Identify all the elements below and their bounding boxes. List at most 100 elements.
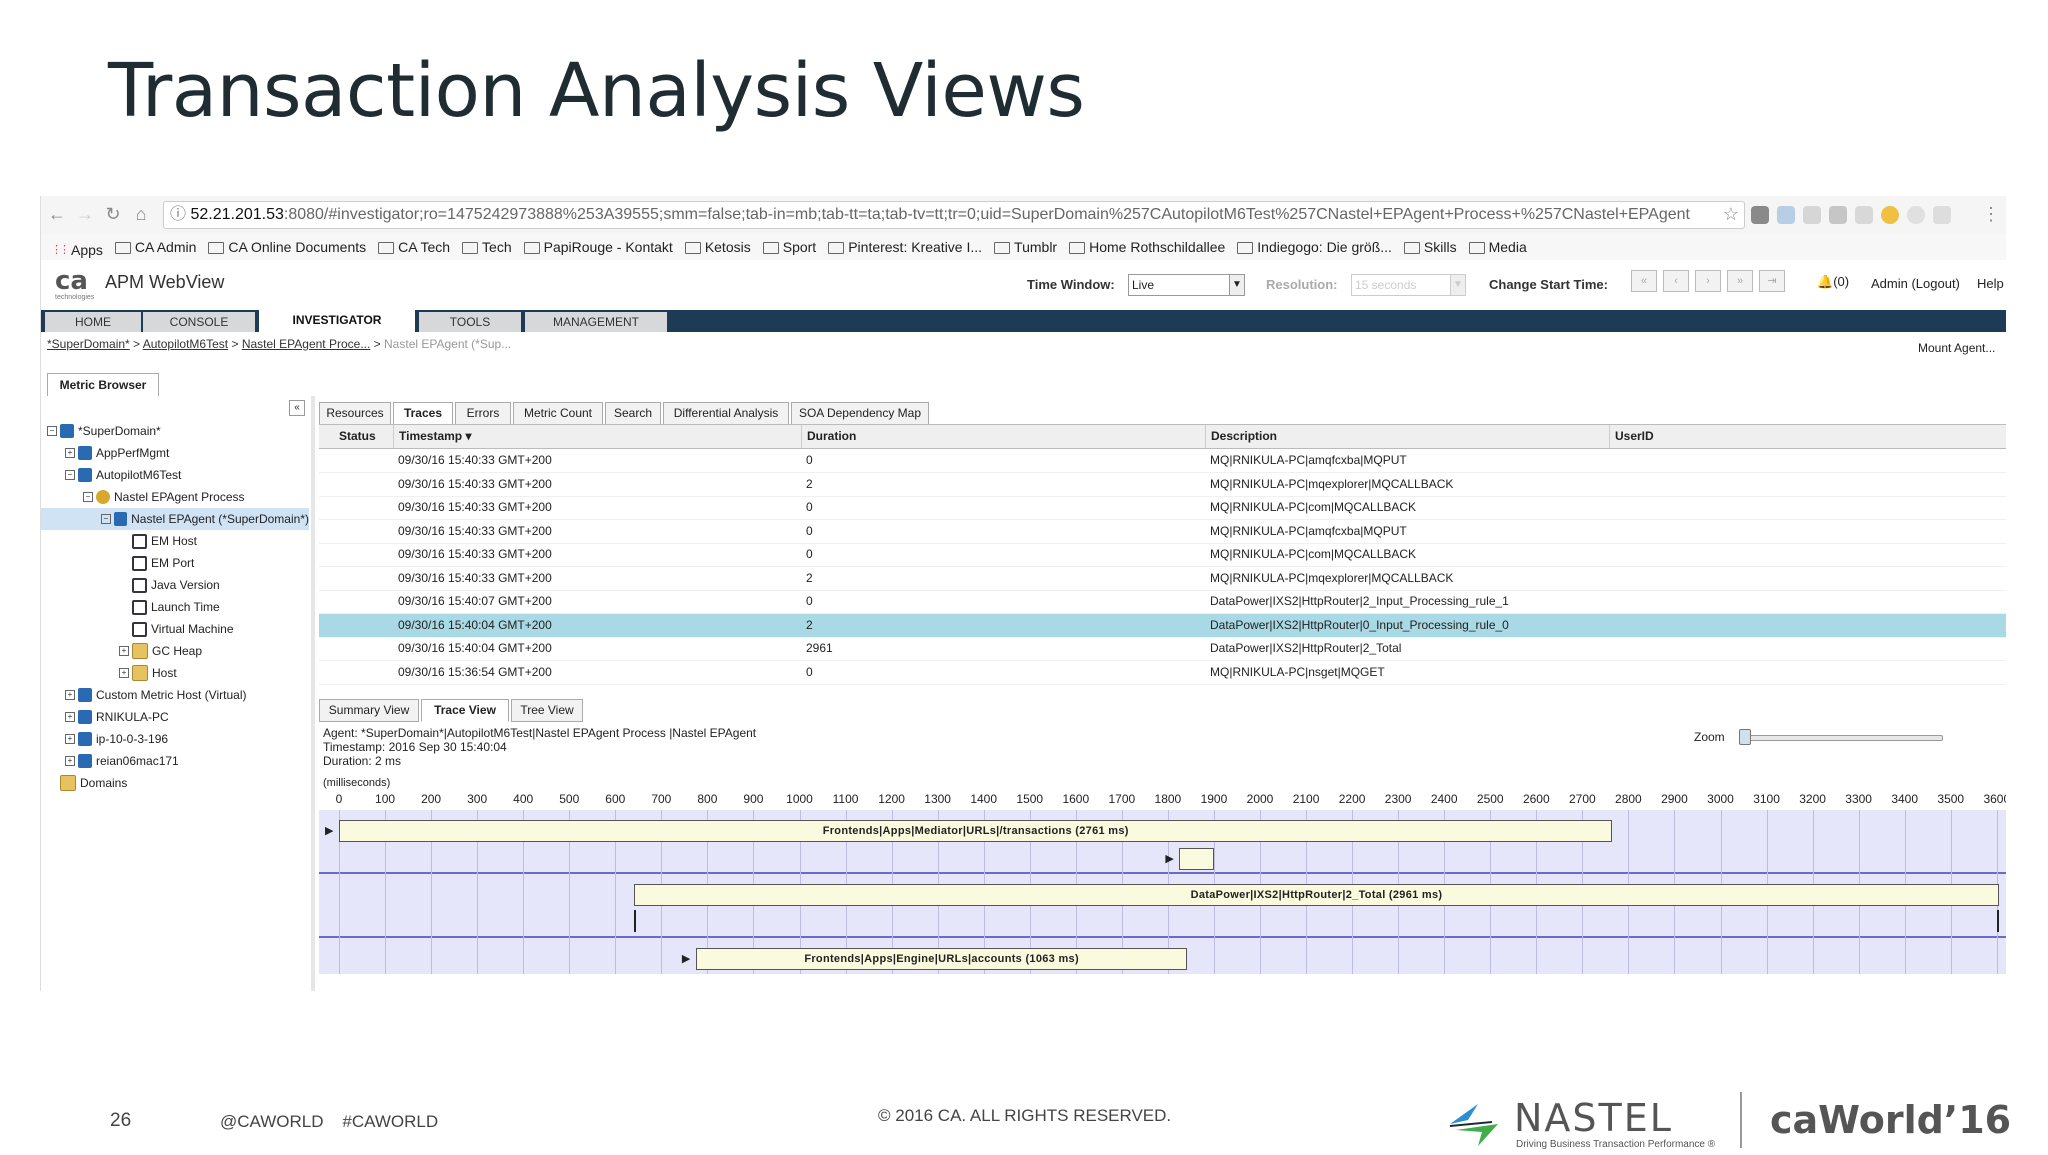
bookmark-item[interactable]: Media — [1468, 234, 1527, 260]
expand-span-icon[interactable]: ▶ — [325, 824, 333, 837]
extension-icon[interactable] — [1751, 206, 1769, 224]
time-window-select[interactable]: Live ▼ — [1128, 274, 1245, 296]
home-icon[interactable]: ⌂ — [131, 204, 151, 224]
extension-icon[interactable] — [1777, 206, 1795, 224]
collapse-panel-icon[interactable]: « — [289, 400, 305, 416]
menu-dots-icon[interactable]: ⋮ — [1981, 204, 2001, 224]
tab-investigator[interactable]: INVESTIGATOR — [259, 310, 415, 332]
table-row[interactable]: 09/30/16 15:36:54 GMT+200 0 MQ|RNIKULA-PC|… — [319, 661, 2006, 685]
tab-tools[interactable]: TOOLS — [419, 312, 521, 332]
tab-soa-dependency-map[interactable]: SOA Dependency Map — [791, 402, 929, 425]
bookmark-item[interactable]: CA Tech — [378, 234, 450, 260]
bookmark-item[interactable]: Tech — [462, 234, 512, 260]
tree-node[interactable]: Domains — [41, 772, 309, 794]
tree-node[interactable]: + RNIKULA-PC — [41, 706, 309, 728]
step-back-icon[interactable]: ‹ — [1663, 270, 1689, 292]
collapse-icon[interactable]: − — [47, 426, 57, 436]
breadcrumb-link[interactable]: Nastel EPAgent Proce... — [242, 337, 371, 351]
bookmark-item[interactable]: Skills — [1403, 234, 1457, 260]
tree-node[interactable]: + reian06mac171 — [41, 750, 309, 772]
expand-span-icon[interactable]: ▶ — [682, 952, 690, 965]
expand-icon[interactable]: + — [65, 756, 75, 766]
metric-browser-tab[interactable]: Metric Browser — [47, 373, 159, 396]
tree-node[interactable]: Virtual Machine — [41, 618, 309, 640]
forward-icon[interactable]: → — [75, 204, 95, 224]
extension-icon[interactable] — [1855, 206, 1873, 224]
bookmark-item[interactable]: CA Online Documents — [208, 234, 366, 260]
table-row[interactable]: 09/30/16 15:40:04 GMT+200 2961 DataPower|I… — [319, 637, 2006, 661]
tab-metric-count[interactable]: Metric Count — [513, 402, 603, 425]
extension-icon[interactable] — [1907, 206, 1925, 224]
collapse-icon[interactable]: − — [65, 470, 75, 480]
tree-node[interactable]: Launch Time — [41, 596, 309, 618]
tree-node[interactable]: EM Host — [41, 530, 309, 552]
collapse-icon[interactable]: − — [83, 492, 93, 502]
tab-summary-view[interactable]: Summary View — [319, 699, 419, 722]
bookmark-item[interactable]: Tumblr — [994, 234, 1057, 260]
expand-icon[interactable]: + — [65, 712, 75, 722]
forward-fast-icon[interactable]: » — [1727, 270, 1753, 292]
bookmark-item[interactable]: CA Admin — [114, 234, 196, 260]
tab-management[interactable]: MANAGEMENT — [525, 312, 667, 332]
bookmark-item[interactable]: Home Rothschildallee — [1069, 234, 1225, 260]
tree-node[interactable]: − *SuperDomain* — [41, 420, 309, 442]
bookmark-item[interactable]: Ketosis — [684, 234, 751, 260]
tree-node[interactable]: EM Port — [41, 552, 309, 574]
bookmark-item[interactable]: Sport — [762, 234, 816, 260]
tree-node[interactable]: + GC Heap — [41, 640, 309, 662]
zoom-slider-handle[interactable] — [1739, 729, 1751, 745]
tree-node[interactable]: Java Version — [41, 574, 309, 596]
expand-icon[interactable]: + — [65, 734, 75, 744]
table-row[interactable]: 09/30/16 15:40:04 GMT+200 2 DataPower|IXS2… — [319, 613, 2006, 638]
tree-node[interactable]: − Nastel EPAgent Process — [41, 486, 309, 508]
column-header[interactable]: Duration — [801, 425, 1211, 448]
bookmark-item[interactable]: Pinterest: Kreative I... — [828, 234, 982, 260]
extension-icon[interactable] — [1881, 206, 1899, 224]
extension-icon[interactable] — [1933, 206, 1951, 224]
column-header[interactable]: Description — [1205, 425, 1615, 448]
bookmark-item[interactable]: Indiegogo: Die größ... — [1237, 234, 1392, 260]
rewind-fast-icon[interactable]: « — [1631, 270, 1657, 292]
bookmark-star-icon[interactable]: ☆ — [1721, 204, 1741, 224]
table-row[interactable]: 09/30/16 15:40:33 GMT+200 0 MQ|RNIKULA-PC|… — [319, 543, 2006, 567]
extension-icon[interactable] — [1803, 206, 1821, 224]
tab-resources[interactable]: Resources — [319, 402, 391, 425]
tree-node[interactable]: − AutopilotM6Test — [41, 464, 309, 486]
tab-tree-view[interactable]: Tree View — [511, 699, 583, 722]
table-row[interactable]: 09/30/16 15:40:33 GMT+200 2 MQ|RNIKULA-PC|… — [319, 567, 2006, 591]
reload-icon[interactable]: ↻ — [103, 204, 123, 224]
table-row[interactable]: 09/30/16 15:40:07 GMT+200 0 DataPower|IXS2… — [319, 590, 2006, 614]
table-row[interactable]: 09/30/16 15:40:33 GMT+200 0 MQ|RNIKULA-PC|… — [319, 449, 2006, 473]
tab-search[interactable]: Search — [605, 402, 661, 425]
zoom-slider-track[interactable] — [1741, 735, 1943, 741]
address-bar[interactable]: ⓘ 52.21.201.53:8080/#investigator;ro=147… — [163, 201, 1745, 229]
mount-agent-link[interactable]: Mount Agent... — [1918, 341, 1995, 355]
bookmark-item[interactable]: PapiRouge - Kontakt — [523, 234, 673, 260]
tree-node[interactable]: + ip-10-0-3-196 — [41, 728, 309, 750]
expand-icon[interactable]: + — [65, 690, 75, 700]
back-icon[interactable]: ← — [47, 204, 67, 224]
column-header[interactable]: Timestamp ▾ — [393, 425, 807, 448]
resolution-select[interactable]: 15 seconds ▼ — [1351, 274, 1466, 296]
tree-node[interactable]: + AppPerfMgmt — [41, 442, 309, 464]
alerts-indicator[interactable]: 🔔(0) — [1817, 274, 1849, 290]
help-link[interactable]: Help — [1977, 276, 2004, 291]
collapse-icon[interactable]: − — [101, 514, 111, 524]
tab-errors[interactable]: Errors — [455, 402, 511, 425]
trace-span-bar[interactable] — [1179, 848, 1214, 870]
breadcrumb-link[interactable]: *SuperDomain* — [47, 337, 130, 351]
user-logout-link[interactable]: Admin (Logout) — [1871, 276, 1960, 291]
tab-differential-analysis[interactable]: Differential Analysis — [663, 402, 789, 425]
expand-span-icon[interactable]: ▶ — [1165, 852, 1173, 865]
tab-traces[interactable]: Traces — [393, 402, 453, 425]
extension-icon[interactable] — [1829, 206, 1847, 224]
tab-home[interactable]: HOME — [45, 312, 141, 332]
breadcrumb-link[interactable]: AutopilotM6Test — [143, 337, 228, 351]
expand-icon[interactable]: + — [119, 668, 129, 678]
column-header[interactable]: UserID — [1609, 425, 2006, 448]
tree-node[interactable]: + Custom Metric Host (Virtual) — [41, 684, 309, 706]
step-forward-icon[interactable]: › — [1695, 270, 1721, 292]
tree-node[interactable]: − Nastel EPAgent (*SuperDomain*) — [41, 508, 309, 530]
expand-icon[interactable]: + — [65, 448, 75, 458]
tab-console[interactable]: CONSOLE — [143, 312, 255, 332]
